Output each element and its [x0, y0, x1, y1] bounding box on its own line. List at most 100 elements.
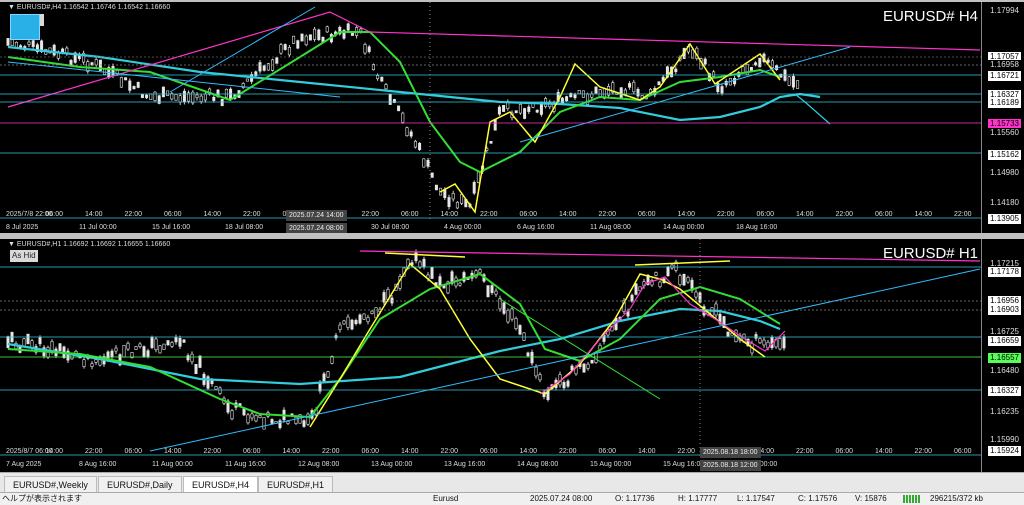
- time-tick-label: 14:00: [164, 448, 182, 455]
- status-volume: V: 15876: [855, 494, 887, 503]
- time-tick-label: 14:00: [638, 448, 656, 455]
- candles: [6, 249, 786, 430]
- price-label: 1.16958: [988, 60, 1021, 70]
- h4-ohlc-info: ▼ EURUSD#,H4 1.16542 1.16746 1.16542 1.1…: [8, 4, 171, 11]
- time-tick-label: 06:00: [164, 211, 182, 218]
- time-tick-label: 06:00: [243, 448, 261, 455]
- crosshair-time-label: 2025.08.18 18:00: [700, 447, 761, 458]
- date-tick-label: 11 Aug 00:00: [152, 461, 193, 468]
- time-tick-label: 14:00: [203, 211, 222, 218]
- price-label: 1.14980: [988, 168, 1021, 178]
- h1-price-plot[interactable]: [0, 239, 982, 472]
- trend-line-green: [499, 298, 661, 400]
- price-label: 1.16557: [988, 353, 1021, 363]
- time-tick-label: 06:00: [756, 211, 775, 218]
- date-tick-label: 30 Jul 08:00: [371, 224, 410, 231]
- time-tick-label: 14:00: [559, 211, 577, 218]
- status-datetime: 2025.07.24 08:00: [530, 494, 593, 503]
- date-tick-label: 13 Aug 16:00: [444, 461, 486, 468]
- time-tick-label: 22:00: [954, 211, 972, 218]
- time-tick-label: 14:00: [440, 211, 459, 218]
- time-tick-label: 14:00: [914, 211, 933, 218]
- date-tick-label: 18 Jul 08:00: [225, 224, 264, 231]
- connection-icon: [903, 495, 921, 503]
- time-tick-label: 22:00: [480, 211, 498, 218]
- projection-line: [779, 93, 831, 125]
- trend-line-cyan-3: [169, 6, 316, 93]
- date-tick-label: 8 Jul 2025: [6, 224, 39, 231]
- price-label: 1.16721: [988, 71, 1021, 81]
- price-label: 1.15560: [988, 128, 1021, 138]
- time-tick-label: 22:00: [914, 448, 933, 455]
- time-tick-label: 22:00: [361, 211, 380, 218]
- price-label: 1.16903: [988, 305, 1021, 315]
- time-tick-label: 22:00: [677, 448, 696, 455]
- price-label: 1.16659: [988, 336, 1021, 346]
- time-tick-label: 22:00: [559, 448, 577, 455]
- price-label: 1.13905: [988, 214, 1021, 224]
- time-tick-label: 22:00: [124, 211, 143, 218]
- status-symbol: Eurusd: [433, 494, 459, 503]
- status-bar: ヘルプが表示されます Eurusd 2025.07.24 08:00 O: 1.…: [0, 492, 1024, 505]
- time-tick-label: 14:00: [875, 448, 893, 455]
- price-label: 1.14180: [988, 198, 1021, 208]
- time-tick-label: 22:00: [796, 448, 814, 455]
- time-tick-label: 06:00: [45, 211, 64, 218]
- time-tick-label: 06:00: [519, 211, 538, 218]
- price-label: 1.16189: [988, 98, 1021, 108]
- time-tick-label: 22:00: [598, 211, 617, 218]
- date-tick-label: 11 Aug 08:00: [590, 224, 631, 231]
- time-tick-label: 06:00: [835, 448, 854, 455]
- price-label: 1.15924: [988, 446, 1021, 456]
- date-tick-label: 15 Aug 16:00: [663, 461, 705, 468]
- h1-time-axis[interactable]: 2025/8/7 06:00 14:00 22:00 06:00 14:00 22:00 0…: [0, 447, 982, 472]
- date-tick-label: 7 Aug 2025: [6, 461, 42, 468]
- time-tick-label: 06:00: [480, 448, 498, 455]
- time-tick-label: 22:00: [835, 211, 854, 218]
- date-tick-label: 14 Aug 00:00: [663, 224, 705, 231]
- h1-tag[interactable]: As Hid: [10, 250, 38, 262]
- date-tick-label: 6 Aug 16:00: [517, 224, 555, 231]
- crosshair-time-label: 2025.07.24 14:00: [286, 210, 347, 221]
- time-tick-label: 14:00: [677, 211, 696, 218]
- h4-symbol-title: EURUSD# H4: [882, 8, 978, 25]
- h1-ohlc-info: ▼ EURUSD#,H1 1.16692 1.16692 1.16655 1.1…: [8, 241, 171, 248]
- price-label: 1.15990: [988, 435, 1021, 445]
- trend-line-cyan: [149, 268, 981, 452]
- time-tick-label: 14:00: [45, 448, 64, 455]
- one-click-trading-icon[interactable]: [10, 14, 40, 40]
- price-label: 1.17994: [988, 6, 1021, 16]
- h4-chart[interactable]: ▼ EURUSD#,H4 1.16542 1.16746 1.16542 1.1…: [0, 0, 1024, 235]
- time-tick-label: 22:00: [243, 211, 261, 218]
- time-tick-label: 22:00: [203, 448, 222, 455]
- date-tick-label: 15 Aug 00:00: [590, 461, 632, 468]
- date-tick-label: 13 Aug 00:00: [371, 461, 413, 468]
- h1-chart[interactable]: ▼ EURUSD#,H1 1.16692 1.16692 1.16655 1.1…: [0, 239, 1024, 472]
- date-tick-label: 18 Aug 16:00: [736, 224, 778, 231]
- date-tick-label: 12 Aug 08:00: [298, 461, 340, 468]
- status-high: H: 1.17777: [678, 494, 718, 503]
- h4-price-axis[interactable]: 1.17994 1.17057 1.16958 1.16721 1.16327 1.161…: [981, 2, 1024, 235]
- date-tick-label: 14 Aug 08:00: [517, 461, 559, 468]
- date-tick-label: 4 Aug 00:00: [444, 224, 482, 231]
- time-tick-label: 06:00: [401, 211, 419, 218]
- status-traffic: 296215/372 kb: [930, 494, 983, 503]
- time-tick-label: 06:00: [361, 448, 380, 455]
- status-low: L: 1.17547: [737, 494, 775, 503]
- time-tick-label: 14:00: [519, 448, 538, 455]
- time-tick-label: 14:00: [796, 211, 814, 218]
- h1-symbol-title: EURUSD# H1: [882, 245, 978, 262]
- candles: [6, 22, 800, 210]
- time-tick-label: 22:00: [440, 448, 459, 455]
- status-open: O: 1.17736: [615, 494, 655, 503]
- h1-price-axis[interactable]: 1.17215 1.17178 1.16956 1.16903 1.16725 1.166…: [981, 239, 1024, 472]
- chart-tab-bar: EURUSD#,Weekly EURUSD#,Daily EURUSD#,H4 …: [0, 472, 1024, 494]
- status-help-text: ヘルプが表示されます: [2, 494, 82, 503]
- price-label: 1.16327: [988, 386, 1021, 396]
- status-close: C: 1.17576: [798, 494, 838, 503]
- ma-magenta-line: [539, 276, 786, 395]
- price-label: 1.15162: [988, 150, 1021, 160]
- crosshair-time-label: 2025.08.18 12:00: [700, 460, 761, 471]
- h4-tag: [40, 14, 44, 26]
- h4-price-plot[interactable]: [0, 2, 982, 235]
